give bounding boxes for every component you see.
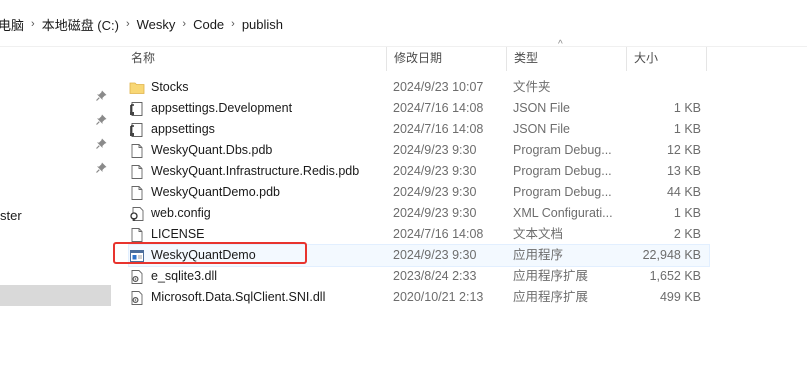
json-file-icon bbox=[129, 101, 145, 117]
sidebar-item-partial[interactable]: ster bbox=[0, 208, 22, 223]
dll-file-icon bbox=[129, 290, 145, 306]
file-row[interactable]: web.config 2024/9/23 9:30 XML Configurat… bbox=[129, 203, 709, 224]
folder-icon bbox=[129, 80, 145, 96]
file-date: 2024/9/23 9:30 bbox=[393, 143, 477, 157]
column-header-name[interactable]: 名称 bbox=[124, 47, 387, 71]
breadcrumb-item-code[interactable]: Code bbox=[189, 17, 228, 32]
file-type: 文件夹 bbox=[513, 80, 551, 94]
file-size: 22,948 KB bbox=[642, 248, 701, 262]
breadcrumb-item-local-disk[interactable]: 本地磁盘 (C:) bbox=[38, 15, 123, 34]
file-name: Microsoft.Data.SqlClient.SNI.dll bbox=[151, 290, 326, 304]
sidebar-item-selected[interactable] bbox=[0, 285, 111, 306]
file-date: 2024/7/16 14:08 bbox=[393, 101, 484, 115]
file-row[interactable]: Stocks 2024/9/23 10:07 文件夹 bbox=[129, 77, 709, 98]
file-name: appsettings.Development bbox=[151, 101, 293, 115]
highlight-annotation-box bbox=[113, 242, 307, 264]
file-icon bbox=[129, 143, 145, 159]
breadcrumb-item-this-pc[interactable]: 电脑 bbox=[0, 15, 28, 34]
breadcrumb-item-wesky[interactable]: Wesky bbox=[133, 17, 180, 32]
pin-icon[interactable] bbox=[95, 162, 107, 174]
file-size: 499 KB bbox=[659, 290, 701, 304]
file-size bbox=[627, 77, 701, 98]
file-type: Program Debug... bbox=[513, 143, 612, 157]
breadcrumb-item-publish[interactable]: publish bbox=[238, 17, 287, 32]
chevron-right-icon[interactable]: › bbox=[179, 18, 189, 30]
file-size: 1,652 KB bbox=[649, 269, 701, 283]
text-file-icon bbox=[129, 227, 145, 243]
file-date: 2020/10/21 2:13 bbox=[393, 290, 484, 304]
file-row[interactable]: appsettings.Development 2024/7/16 14:08 … bbox=[129, 98, 709, 119]
file-date: 2024/9/23 9:30 bbox=[393, 206, 477, 220]
file-row[interactable]: appsettings 2024/7/16 14:08 JSON File 1 … bbox=[129, 119, 709, 140]
file-size: 2 KB bbox=[673, 227, 701, 241]
file-name: appsettings bbox=[151, 122, 215, 136]
pin-icon[interactable] bbox=[95, 90, 107, 102]
file-date: 2024/9/23 9:30 bbox=[393, 185, 477, 199]
file-name: e_sqlite3.dll bbox=[151, 269, 218, 283]
file-type: 应用程序扩展 bbox=[513, 290, 589, 304]
file-size: 44 KB bbox=[666, 185, 701, 199]
file-type: Program Debug... bbox=[513, 185, 612, 199]
dll-file-icon bbox=[129, 269, 145, 285]
file-date: 2023/8/24 2:33 bbox=[393, 269, 477, 283]
file-type: XML Configurati... bbox=[513, 206, 613, 220]
file-date: 2024/9/23 10:07 bbox=[393, 80, 484, 94]
config-file-icon bbox=[129, 206, 145, 222]
column-header-date[interactable]: 修改日期 bbox=[387, 47, 507, 71]
file-name: Stocks bbox=[151, 80, 189, 94]
file-type: Program Debug... bbox=[513, 164, 612, 178]
file-type: JSON File bbox=[513, 101, 570, 115]
json-file-icon bbox=[129, 122, 145, 138]
file-date: 2024/9/23 9:30 bbox=[393, 164, 477, 178]
navigation-pane: ster bbox=[0, 47, 111, 368]
file-size: 13 KB bbox=[666, 164, 701, 178]
chevron-right-icon[interactable]: › bbox=[228, 18, 238, 30]
file-row[interactable]: Microsoft.Data.SqlClient.SNI.dll 2020/10… bbox=[129, 287, 709, 308]
file-type: 文本文档 bbox=[513, 227, 564, 241]
file-list: Stocks 2024/9/23 10:07 文件夹 appsettings.D… bbox=[128, 77, 710, 308]
file-row[interactable]: WeskyQuant.Dbs.pdb 2024/9/23 9:30 Progra… bbox=[129, 140, 709, 161]
file-list-pane: 名称 修改日期 类型 ^ 大小 Stocks 2024/9/23 10:07 文… bbox=[111, 39, 807, 368]
file-icon bbox=[129, 164, 145, 180]
file-date: 2024/9/23 9:30 bbox=[393, 248, 477, 262]
file-date: 2024/7/16 14:08 bbox=[393, 122, 484, 136]
file-type: 应用程序扩展 bbox=[513, 269, 589, 283]
file-date: 2024/7/16 14:08 bbox=[393, 227, 484, 241]
column-header-type[interactable]: 类型 bbox=[507, 47, 627, 71]
file-size: 12 KB bbox=[666, 143, 701, 157]
chevron-right-icon[interactable]: › bbox=[28, 18, 38, 30]
file-type: JSON File bbox=[513, 122, 570, 136]
column-header-row: 名称 修改日期 类型 ^ 大小 bbox=[111, 39, 707, 71]
file-size: 1 KB bbox=[673, 206, 701, 220]
breadcrumb: 电脑 › 本地磁盘 (C:) › Wesky › Code › publish bbox=[0, 15, 287, 33]
file-size: 1 KB bbox=[673, 122, 701, 136]
file-size: 1 KB bbox=[673, 101, 701, 115]
file-name: WeskyQuantDemo.pdb bbox=[151, 185, 280, 199]
pin-icon[interactable] bbox=[95, 114, 107, 126]
file-name: web.config bbox=[151, 206, 211, 220]
file-row[interactable]: e_sqlite3.dll 2023/8/24 2:33 应用程序扩展 1,65… bbox=[129, 266, 709, 287]
chevron-right-icon[interactable]: › bbox=[123, 18, 133, 30]
file-name: WeskyQuant.Infrastructure.Redis.pdb bbox=[151, 164, 360, 178]
file-row[interactable]: WeskyQuant.Infrastructure.Redis.pdb 2024… bbox=[129, 161, 709, 182]
address-bar[interactable]: 电脑 › 本地磁盘 (C:) › Wesky › Code › publish bbox=[0, 0, 807, 47]
file-icon bbox=[129, 185, 145, 201]
column-header-size[interactable]: 大小 bbox=[627, 47, 707, 71]
file-type: 应用程序 bbox=[513, 248, 564, 262]
pin-icon[interactable] bbox=[95, 138, 107, 150]
sort-ascending-icon: ^ bbox=[558, 39, 563, 50]
file-row[interactable]: WeskyQuantDemo.pdb 2024/9/23 9:30 Progra… bbox=[129, 182, 709, 203]
file-name: WeskyQuant.Dbs.pdb bbox=[151, 143, 273, 157]
